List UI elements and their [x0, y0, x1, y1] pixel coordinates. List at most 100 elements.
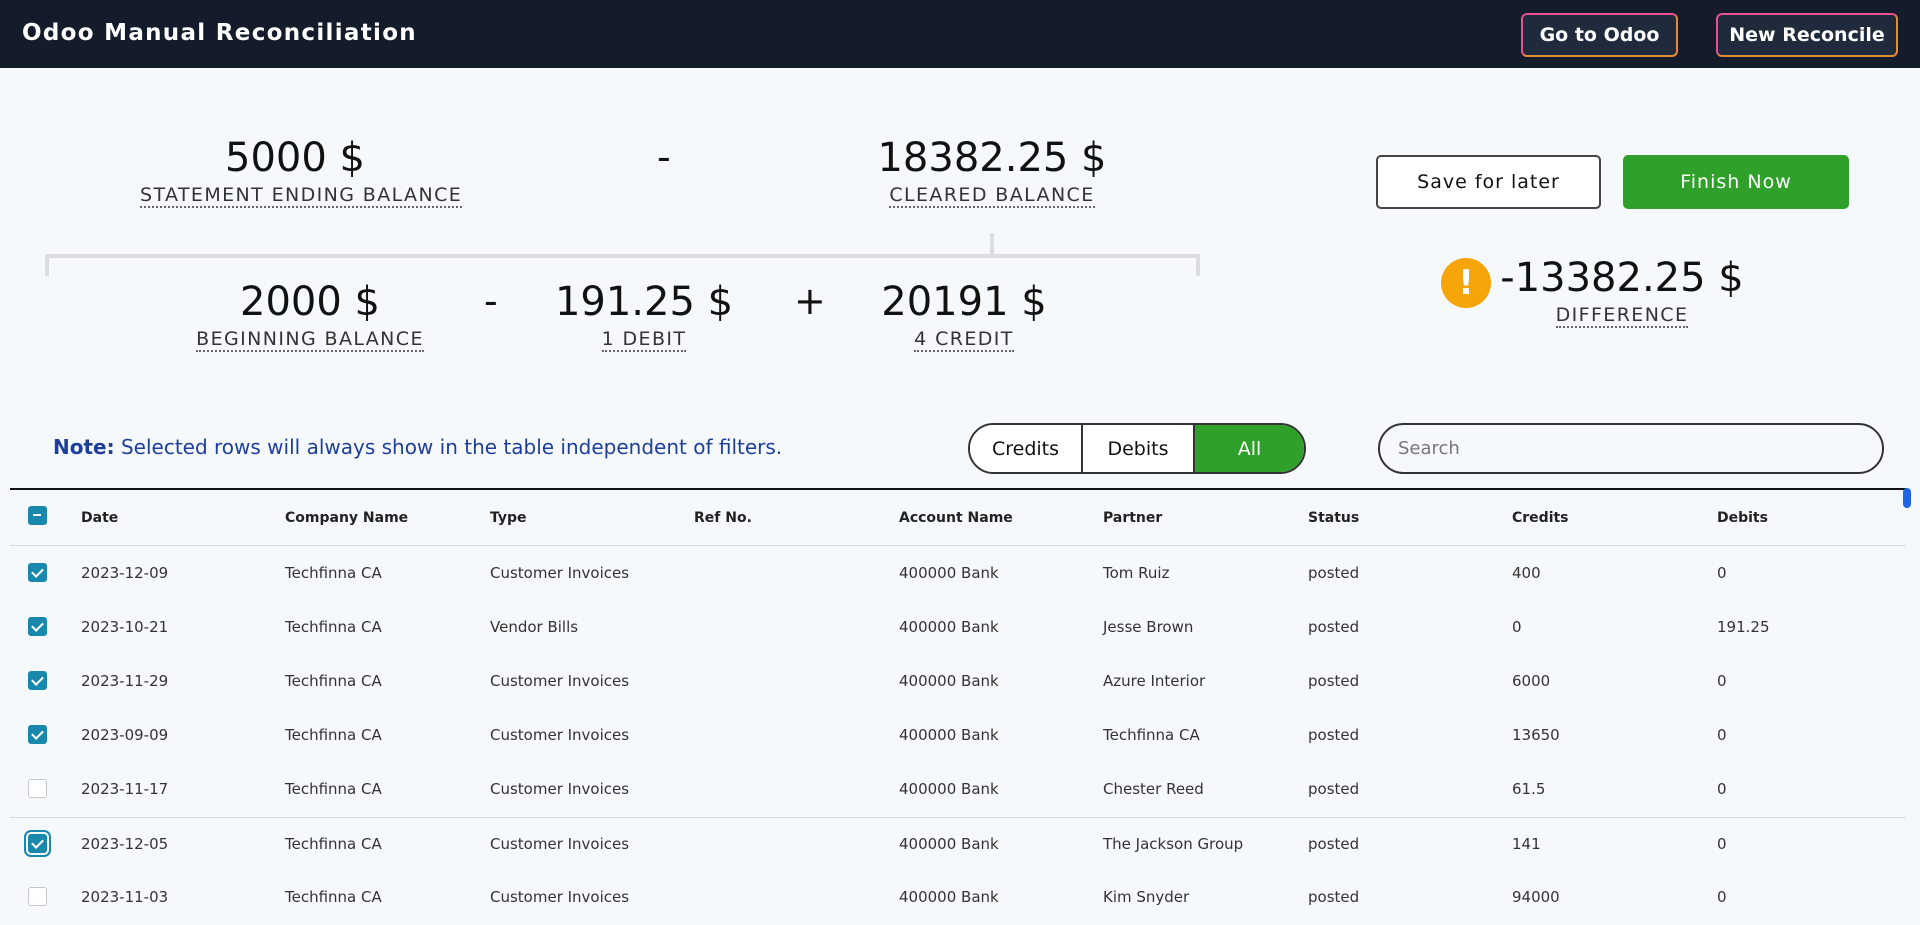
cell-credits: 6000: [1512, 672, 1551, 690]
table-row[interactable]: 2023-11-29 Techfinna CA Customer Invoice…: [10, 655, 1906, 709]
cell-status: posted: [1308, 835, 1360, 853]
filter-note: Note: Selected rows will always show in …: [53, 435, 782, 459]
cell-date: 2023-11-17: [81, 780, 169, 798]
cell-status: posted: [1308, 780, 1360, 798]
difference: -13382.25 $ Difference: [1500, 258, 1744, 328]
note-text: Selected rows will always show in the ta…: [114, 435, 783, 459]
bracket-connector: [990, 233, 994, 255]
cell-status: posted: [1308, 726, 1360, 744]
column-header-company[interactable]: Company Name: [285, 510, 408, 526]
table-row[interactable]: 2023-11-03 Techfinna CA Customer Invoice…: [10, 871, 1906, 925]
cell-type: Customer Invoices: [490, 835, 630, 853]
cell-date: 2023-12-05: [81, 835, 169, 853]
cell-account: 400000 Bank: [899, 564, 999, 582]
cell-credits: 141: [1512, 835, 1541, 853]
plus-operator: +: [794, 279, 826, 323]
filter-debits-button[interactable]: Debits: [1083, 425, 1195, 472]
bracket-left: [45, 254, 49, 276]
cell-status: posted: [1308, 888, 1360, 906]
cell-date: 2023-10-21: [81, 618, 169, 636]
cell-debits: 0: [1717, 835, 1727, 853]
row-checkbox[interactable]: [28, 617, 47, 636]
table-header: Date Company Name Type Ref No. Account N…: [10, 490, 1906, 546]
column-header-ref[interactable]: Ref No.: [694, 510, 752, 526]
statement-ending-balance-value: 5000 $: [225, 135, 365, 181]
credit-count-label: 4 Credit: [914, 328, 1014, 352]
row-checkbox[interactable]: [28, 779, 47, 798]
debit-count-label: 1 Debit: [601, 328, 687, 352]
cell-status: posted: [1308, 618, 1360, 636]
select-all-checkbox[interactable]: [28, 506, 47, 525]
search-input[interactable]: [1378, 423, 1884, 474]
row-checkbox[interactable]: [28, 887, 47, 906]
type-filter-toggle: Credits Debits All: [968, 423, 1306, 474]
cell-partner: The Jackson Group: [1103, 835, 1244, 853]
cell-partner: Tom Ruiz: [1103, 564, 1170, 582]
column-header-account[interactable]: Account Name: [899, 510, 1013, 526]
new-reconcile-button[interactable]: New Reconcile: [1716, 13, 1898, 57]
beginning-balance: 2000 $ Beginning balance: [190, 282, 430, 352]
save-for-later-button[interactable]: Save for later: [1376, 155, 1601, 209]
cell-partner: Techfinna CA: [1103, 726, 1200, 744]
table-row[interactable]: 2023-11-17 Techfinna CA Customer Invoice…: [10, 763, 1906, 817]
cell-date: 2023-12-09: [81, 564, 169, 582]
column-header-date[interactable]: Date: [81, 510, 118, 526]
cell-company: Techfinna CA: [285, 564, 382, 582]
cell-debits: 191.25: [1717, 618, 1770, 636]
table-row[interactable]: 2023-12-09 Techfinna CA Customer Invoice…: [10, 547, 1906, 601]
column-header-status[interactable]: Status: [1308, 510, 1359, 526]
filter-all-button[interactable]: All: [1195, 425, 1304, 472]
cell-partner: Jesse Brown: [1103, 618, 1194, 636]
cell-date: 2023-11-03: [81, 888, 169, 906]
cell-account: 400000 Bank: [899, 672, 999, 690]
cell-credits: 61.5: [1512, 780, 1546, 798]
column-header-partner[interactable]: Partner: [1103, 510, 1162, 526]
table-row[interactable]: 2023-12-05 Techfinna CA Customer Invoice…: [10, 817, 1906, 871]
column-header-debits[interactable]: Debits: [1717, 510, 1768, 526]
row-checkbox[interactable]: [28, 725, 47, 744]
credit-total: 20191 $ 4 Credit: [874, 282, 1054, 352]
note-label: Note:: [53, 435, 115, 459]
cell-debits: 0: [1717, 780, 1727, 798]
beginning-balance-label: Beginning balance: [196, 328, 424, 352]
column-header-credits[interactable]: Credits: [1512, 510, 1569, 526]
table-row[interactable]: 2023-10-21 Techfinna CA Vendor Bills 400…: [10, 601, 1906, 655]
cell-account: 400000 Bank: [899, 835, 999, 853]
cell-type: Customer Invoices: [490, 564, 630, 582]
cell-status: posted: [1308, 564, 1360, 582]
cell-debits: 0: [1717, 564, 1727, 582]
cell-debits: 0: [1717, 726, 1727, 744]
bracket-line: [45, 254, 1200, 258]
cell-debits: 0: [1717, 672, 1727, 690]
cell-company: Techfinna CA: [285, 672, 382, 690]
cell-credits: 400: [1512, 564, 1541, 582]
cell-type: Customer Invoices: [490, 780, 630, 798]
cell-partner: Chester Reed: [1103, 780, 1204, 798]
row-checkbox[interactable]: [28, 671, 47, 690]
cell-account: 400000 Bank: [899, 780, 999, 798]
statement-ending-balance-label: Statement ending balance: [140, 184, 463, 208]
go-to-odoo-button[interactable]: Go to Odoo: [1521, 13, 1678, 57]
cell-status: posted: [1308, 672, 1360, 690]
cell-credits: 0: [1512, 618, 1522, 636]
cell-partner: Azure Interior: [1103, 672, 1206, 690]
row-checkbox[interactable]: [28, 563, 47, 582]
table-row[interactable]: 2023-09-09 Techfinna CA Customer Invoice…: [10, 709, 1906, 763]
debit-total-value: 191.25 $: [554, 279, 734, 325]
cell-type: Customer Invoices: [490, 726, 630, 744]
cell-type: Customer Invoices: [490, 672, 630, 690]
cell-account: 400000 Bank: [899, 618, 999, 636]
cleared-balance: 18382.25 $ Cleared balance: [862, 138, 1122, 208]
cell-debits: 0: [1717, 888, 1727, 906]
cell-credits: 13650: [1512, 726, 1560, 744]
cell-date: 2023-11-29: [81, 672, 169, 690]
cell-company: Techfinna CA: [285, 618, 382, 636]
beginning-balance-value: 2000 $: [240, 279, 380, 325]
cell-type: Vendor Bills: [490, 618, 579, 636]
finish-now-button[interactable]: Finish Now: [1623, 155, 1849, 209]
row-checkbox[interactable]: [28, 834, 47, 853]
column-header-type[interactable]: Type: [490, 510, 527, 526]
filter-credits-button[interactable]: Credits: [970, 425, 1083, 472]
cell-credits: 94000: [1512, 888, 1560, 906]
cell-type: Customer Invoices: [490, 888, 630, 906]
